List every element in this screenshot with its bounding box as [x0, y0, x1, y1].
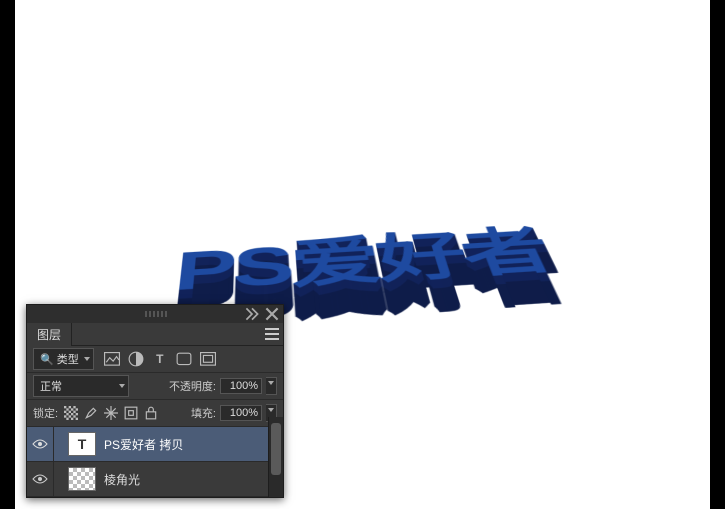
- led-dots: [47, 244, 90, 287]
- layer-name[interactable]: 棱角光: [104, 471, 277, 488]
- layer-name[interactable]: PS爱好者 拷贝: [104, 436, 277, 453]
- artwork-3d-text: PS爱好者: [15, 160, 710, 320]
- lock-pixels-icon[interactable]: [64, 406, 78, 420]
- close-icon[interactable]: [265, 307, 279, 321]
- lock-artboard-icon[interactable]: [124, 406, 138, 420]
- fill-label: 填充:: [191, 405, 216, 421]
- smart-filter-icon[interactable]: [200, 351, 216, 367]
- blend-mode-value: 正常: [40, 381, 62, 393]
- panel-menu-icon[interactable]: [265, 327, 279, 341]
- visibility-toggle-icon[interactable]: [32, 473, 48, 485]
- opacity-stepper-icon[interactable]: [266, 377, 277, 395]
- layer-filter-row: 🔍 类型 T: [27, 346, 283, 373]
- lock-label: 锁定:: [33, 405, 58, 421]
- layer-row-raster[interactable]: 棱角光: [27, 462, 283, 497]
- visibility-toggle-icon[interactable]: [32, 438, 48, 450]
- layers-panel: 图层 🔍 类型 T 正常: [26, 304, 284, 498]
- type-filter-icon[interactable]: T: [152, 351, 168, 367]
- raster-layer-thumb-icon: [68, 467, 96, 491]
- blend-mode-select[interactable]: 正常: [33, 375, 129, 397]
- panel-header[interactable]: [27, 305, 283, 323]
- blend-opacity-row: 正常 不透明度: 100%: [27, 373, 283, 400]
- collapse-icon[interactable]: [245, 307, 259, 321]
- lock-position-icon[interactable]: [104, 406, 118, 420]
- layers-list: T PS爱好者 拷贝 棱角光: [27, 427, 283, 497]
- filter-kind-prefix: 🔍: [40, 354, 54, 366]
- scrollbar-thumb[interactable]: [271, 423, 281, 475]
- panel-tabs: 图层: [27, 323, 283, 346]
- panel-scrollbar[interactable]: [268, 417, 283, 497]
- type-layer-thumb-icon: T: [68, 432, 96, 456]
- filter-kind-select[interactable]: 🔍 类型: [33, 348, 94, 370]
- opacity-label: 不透明度:: [169, 378, 216, 394]
- image-filter-icon[interactable]: [104, 351, 120, 367]
- fill-input[interactable]: 100%: [220, 405, 262, 421]
- panel-grip-icon[interactable]: [145, 311, 169, 317]
- lock-fill-row: 锁定: 填充: 100%: [27, 400, 283, 427]
- shape-filter-icon[interactable]: [176, 351, 192, 367]
- lock-brush-icon[interactable]: [84, 406, 98, 420]
- lock-all-icon[interactable]: [144, 406, 158, 420]
- adjust-filter-icon[interactable]: [128, 351, 144, 367]
- artwork-text-top: PS爱好者: [170, 210, 562, 307]
- tab-layers[interactable]: 图层: [27, 323, 72, 346]
- layer-row-text[interactable]: T PS爱好者 拷贝: [27, 427, 283, 462]
- opacity-input[interactable]: 100%: [220, 378, 262, 394]
- filter-kind-label: 类型: [57, 354, 79, 366]
